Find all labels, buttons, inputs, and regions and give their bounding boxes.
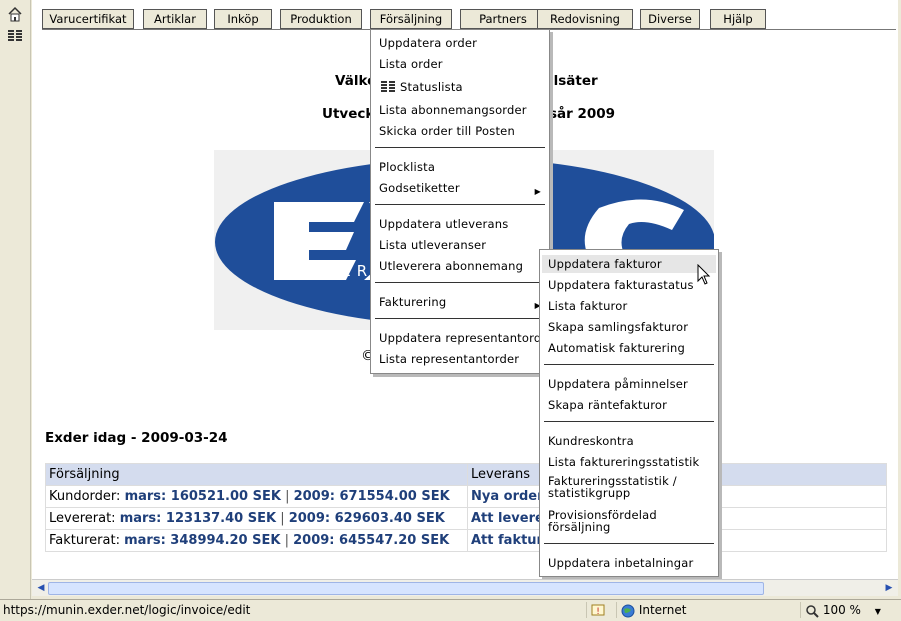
header-forsaljning: Försäljning [45, 463, 468, 486]
menu-item-uppdatera-fakturor[interactable]: Uppdatera fakturor [542, 255, 716, 273]
leverans-link[interactable]: Att levere [471, 511, 544, 526]
menu-separator [544, 543, 714, 544]
zoom-label: 100 % [822, 603, 861, 617]
zoom-control[interactable]: 100 % ▼ [800, 602, 899, 618]
menu-item-lista-utleveranser[interactable]: Lista utleveranser [373, 236, 547, 254]
menu-item-lista-representantorder[interactable]: Lista representantorder [373, 350, 547, 368]
menu-item-godsetiketter[interactable]: Godsetiketter ▶ [373, 179, 547, 197]
menu-item-lista-faktureringsstatistik[interactable]: Lista faktureringsstatistik [542, 453, 716, 471]
horizontal-scrollbar[interactable]: ◀ ▶ [32, 579, 898, 596]
scrollbar-thumb[interactable] [48, 582, 764, 595]
menu-item-automatisk-fakturering[interactable]: Automatisk fakturering [542, 339, 716, 357]
chevron-down-icon: ▼ [874, 607, 881, 616]
menu-item-uppdatera-representantorder[interactable]: Uppdatera representantorder [373, 329, 553, 347]
fakturering-submenu: Uppdatera fakturor Uppdatera fakturastat… [539, 249, 719, 577]
menu-item-skicka-order[interactable]: Skicka order till Posten [373, 122, 547, 140]
welcome-text-right: llsäter [549, 73, 598, 89]
month-value-link[interactable]: mars: 123137.40 SEK [120, 511, 276, 526]
year-value-link[interactable]: 2009: 671554.00 SEK [294, 489, 450, 504]
menu-item-label: Fakturering [379, 295, 447, 309]
menu-item-label: Statuslista [400, 80, 463, 94]
list-icon [381, 81, 395, 92]
month-value-link[interactable]: mars: 348994.20 SEK [124, 533, 280, 548]
row-label: Levererat: [49, 511, 116, 526]
zone-label: Internet [638, 603, 687, 617]
separator: | [280, 511, 285, 526]
today-title: Exder idag - 2009-03-24 [45, 430, 228, 446]
row-label: Fakturerat: [49, 533, 120, 548]
tab-artiklar[interactable]: Artiklar [143, 9, 207, 29]
separator: | [284, 533, 289, 548]
menu-separator [375, 147, 545, 148]
menu-separator [544, 364, 714, 365]
tab-produktion[interactable]: Produktion [280, 9, 362, 29]
table-row: Fakturerat: mars: 348994.20 SEK | 2009: … [45, 529, 887, 552]
table-cell: Levererat: mars: 123137.40 SEK | 2009: 6… [45, 507, 468, 530]
tab-partners[interactable]: Partners [460, 9, 546, 29]
menu-item-plocklista[interactable]: Plocklista [373, 158, 547, 176]
menu-item-utleverera-abonnemang[interactable]: Utleverera abonnemang [373, 257, 547, 275]
menu-item-lista-fakturor[interactable]: Lista fakturor [542, 297, 716, 315]
logo-text: EXDER [292, 262, 373, 280]
menu-item-kundreskontra[interactable]: Kundreskontra [542, 432, 716, 450]
menu-separator [544, 421, 714, 422]
menu-item-uppdatera-utleverans[interactable]: Uppdatera utleverans [373, 215, 547, 233]
leverans-link[interactable]: Att faktur [471, 533, 543, 548]
row-label: Kundorder: [49, 489, 121, 504]
table-cell: Kundorder: mars: 160521.00 SEK | 2009: 6… [45, 485, 468, 508]
menu-item-uppdatera-order[interactable]: Uppdatera order [373, 34, 547, 52]
forsaljning-menu: Uppdatera order Lista order Statuslista … [370, 29, 553, 374]
menu-item-lista-order[interactable]: Lista order [373, 55, 547, 73]
table-cell: Fakturerat: mars: 348994.20 SEK | 2009: … [45, 529, 468, 552]
menu-separator [375, 204, 545, 205]
menu-item-uppdatera-inbetalningar[interactable]: Uppdatera inbetalningar [542, 554, 716, 572]
status-url: https://munin.exder.net/logic/invoice/ed… [3, 603, 251, 617]
tab-inkop[interactable]: Inköp [214, 9, 272, 29]
menu-item-faktureringsstatistik-grupp[interactable]: Faktureringsstatistik / statistikgrupp [542, 475, 716, 501]
menu-separator [375, 318, 545, 319]
list-icon[interactable] [8, 30, 22, 42]
stats-table: Försäljning Leverans Kundorder: mars: 16… [45, 463, 887, 552]
menu-item-fakturering[interactable]: Fakturering ▶ [373, 293, 547, 311]
table-row: Kundorder: mars: 160521.00 SEK | 2009: 6… [45, 485, 887, 508]
svg-text:!: ! [596, 607, 600, 617]
left-toolbar [0, 0, 31, 600]
warning-icon: ! [591, 604, 605, 617]
separator: | [285, 489, 290, 504]
table-header-row: Försäljning Leverans [45, 463, 887, 486]
tab-forsaljning[interactable]: Försäljning [370, 9, 452, 29]
status-bar: https://munin.exder.net/logic/invoice/ed… [0, 599, 901, 621]
year-value-link[interactable]: 2009: 645547.20 SEK [293, 533, 449, 548]
menu-separator [375, 282, 545, 283]
status-zone-cell: Internet [616, 602, 801, 618]
menu-item-skapa-rantefakturor[interactable]: Skapa räntefakturor [542, 396, 716, 414]
menu-item-provisionsfordelad[interactable]: Provisionsfördelad försäljning [542, 509, 716, 535]
menu-item-uppdatera-fakturastatus[interactable]: Uppdatera fakturastatus [542, 276, 716, 294]
scroll-right-arrow-icon[interactable]: ▶ [883, 582, 895, 594]
home-icon[interactable] [7, 6, 23, 22]
subtitle-text-right: sår 2009 [549, 106, 616, 122]
globe-icon [621, 604, 635, 617]
menu-item-label: Godsetiketter [379, 181, 460, 195]
table-row: Levererat: mars: 123137.40 SEK | 2009: 6… [45, 507, 887, 530]
tab-varucertifikat[interactable]: Varucertifikat [42, 9, 134, 29]
mouse-cursor-icon [697, 264, 711, 285]
zoom-icon [806, 604, 819, 618]
tab-hjalp[interactable]: Hjälp [710, 9, 766, 29]
menu-item-statuslista[interactable]: Statuslista [373, 78, 547, 96]
year-value-link[interactable]: 2009: 629603.40 SEK [289, 511, 445, 526]
tab-diverse[interactable]: Diverse [640, 9, 700, 29]
tab-redovisning[interactable]: Redovisning [537, 9, 633, 29]
scroll-left-arrow-icon[interactable]: ◀ [35, 582, 47, 594]
menu-item-uppdatera-paminnelser[interactable]: Uppdatera påminnelser [542, 375, 716, 393]
menu-item-lista-abonnemangsorder[interactable]: Lista abonnemangsorder [373, 101, 547, 119]
leverans-link[interactable]: Nya order [471, 489, 544, 504]
menu-item-skapa-samlingsfakturor[interactable]: Skapa samlingsfakturor [542, 318, 716, 336]
submenu-arrow-icon: ▶ [534, 187, 541, 196]
month-value-link[interactable]: mars: 160521.00 SEK [125, 489, 281, 504]
